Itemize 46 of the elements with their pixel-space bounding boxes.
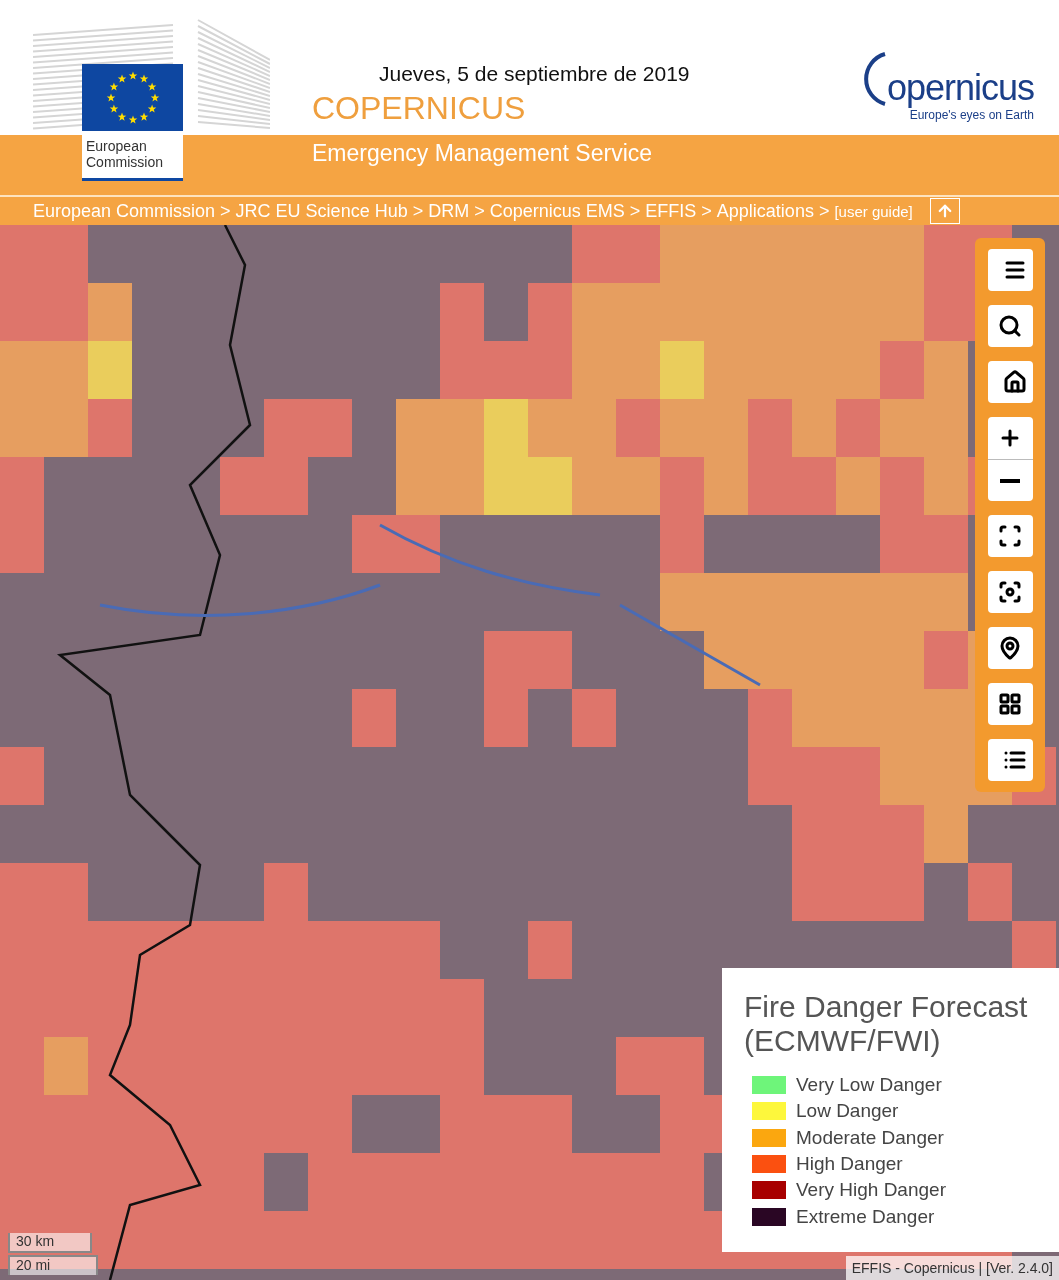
legend-title: Fire Danger Forecast (ECMWF/FWI) <box>744 990 1029 1058</box>
map-pin-button[interactable] <box>987 627 1033 669</box>
eu-flag-icon <box>82 64 183 131</box>
legend-label: Low Danger <box>796 1100 899 1123</box>
legend-label: Moderate Danger <box>796 1126 944 1149</box>
legend-label: Very Low Danger <box>796 1074 942 1097</box>
scale-bar: 20 mi <box>8 1255 98 1275</box>
zoom-out-icon <box>1000 478 1020 483</box>
grid-icon <box>998 692 1022 716</box>
legend-label: High Danger <box>796 1153 903 1176</box>
breadcrumb-link[interactable]: JRC EU Science Hub <box>235 200 408 222</box>
logo-tagline: Europe's eyes on Earth <box>909 108 1034 122</box>
breadcrumb-separator: > <box>701 200 712 222</box>
user-guide-link[interactable]: [user guide] <box>834 202 913 220</box>
menu-button[interactable] <box>987 249 1033 291</box>
search-button[interactable] <box>987 305 1033 347</box>
current-date: Jueves, 5 de septiembre de 2019 <box>379 62 691 87</box>
breadcrumb-separator: > <box>629 200 641 222</box>
map-pin-icon <box>998 636 1022 660</box>
home-button[interactable] <box>987 361 1033 403</box>
scale-bar: 30 km <box>8 1233 92 1253</box>
fit-extent-button[interactable] <box>987 571 1033 613</box>
list-button[interactable] <box>987 739 1033 781</box>
breadcrumb-separator: > <box>412 200 424 222</box>
zoom-out-button[interactable] <box>987 459 1033 501</box>
fit-extent-icon <box>998 580 1022 604</box>
breadcrumb-separator: > <box>818 200 830 222</box>
breadcrumb-link[interactable]: European Commission <box>33 200 216 222</box>
zoom-in-button[interactable] <box>987 417 1033 459</box>
fullscreen-button[interactable] <box>987 515 1033 557</box>
legend-label: Very High Danger <box>796 1179 946 1202</box>
breadcrumb-link[interactable]: EFFIS <box>645 200 697 222</box>
grid-button[interactable] <box>987 683 1033 725</box>
breadcrumb-link[interactable]: Copernicus EMS <box>489 200 625 222</box>
search-icon <box>998 314 1022 338</box>
breadcrumb-separator: > <box>220 200 231 222</box>
site-title: COPERNICUS <box>312 90 527 128</box>
breadcrumb-separator: > <box>474 200 485 222</box>
breadcrumb-link[interactable]: DRM <box>428 200 470 222</box>
map-attribution: EFFIS - Copernicus | [Ver. 2.4.0] <box>845 1256 1059 1280</box>
home-icon <box>1002 370 1027 394</box>
service-name: Emergency Management Service <box>312 139 654 167</box>
breadcrumb-link[interactable]: Applications <box>716 200 814 222</box>
fullscreen-icon <box>998 524 1022 548</box>
legend-label: Extreme Danger <box>796 1205 935 1228</box>
copernicus-logo-word: opernicus <box>886 68 1034 108</box>
